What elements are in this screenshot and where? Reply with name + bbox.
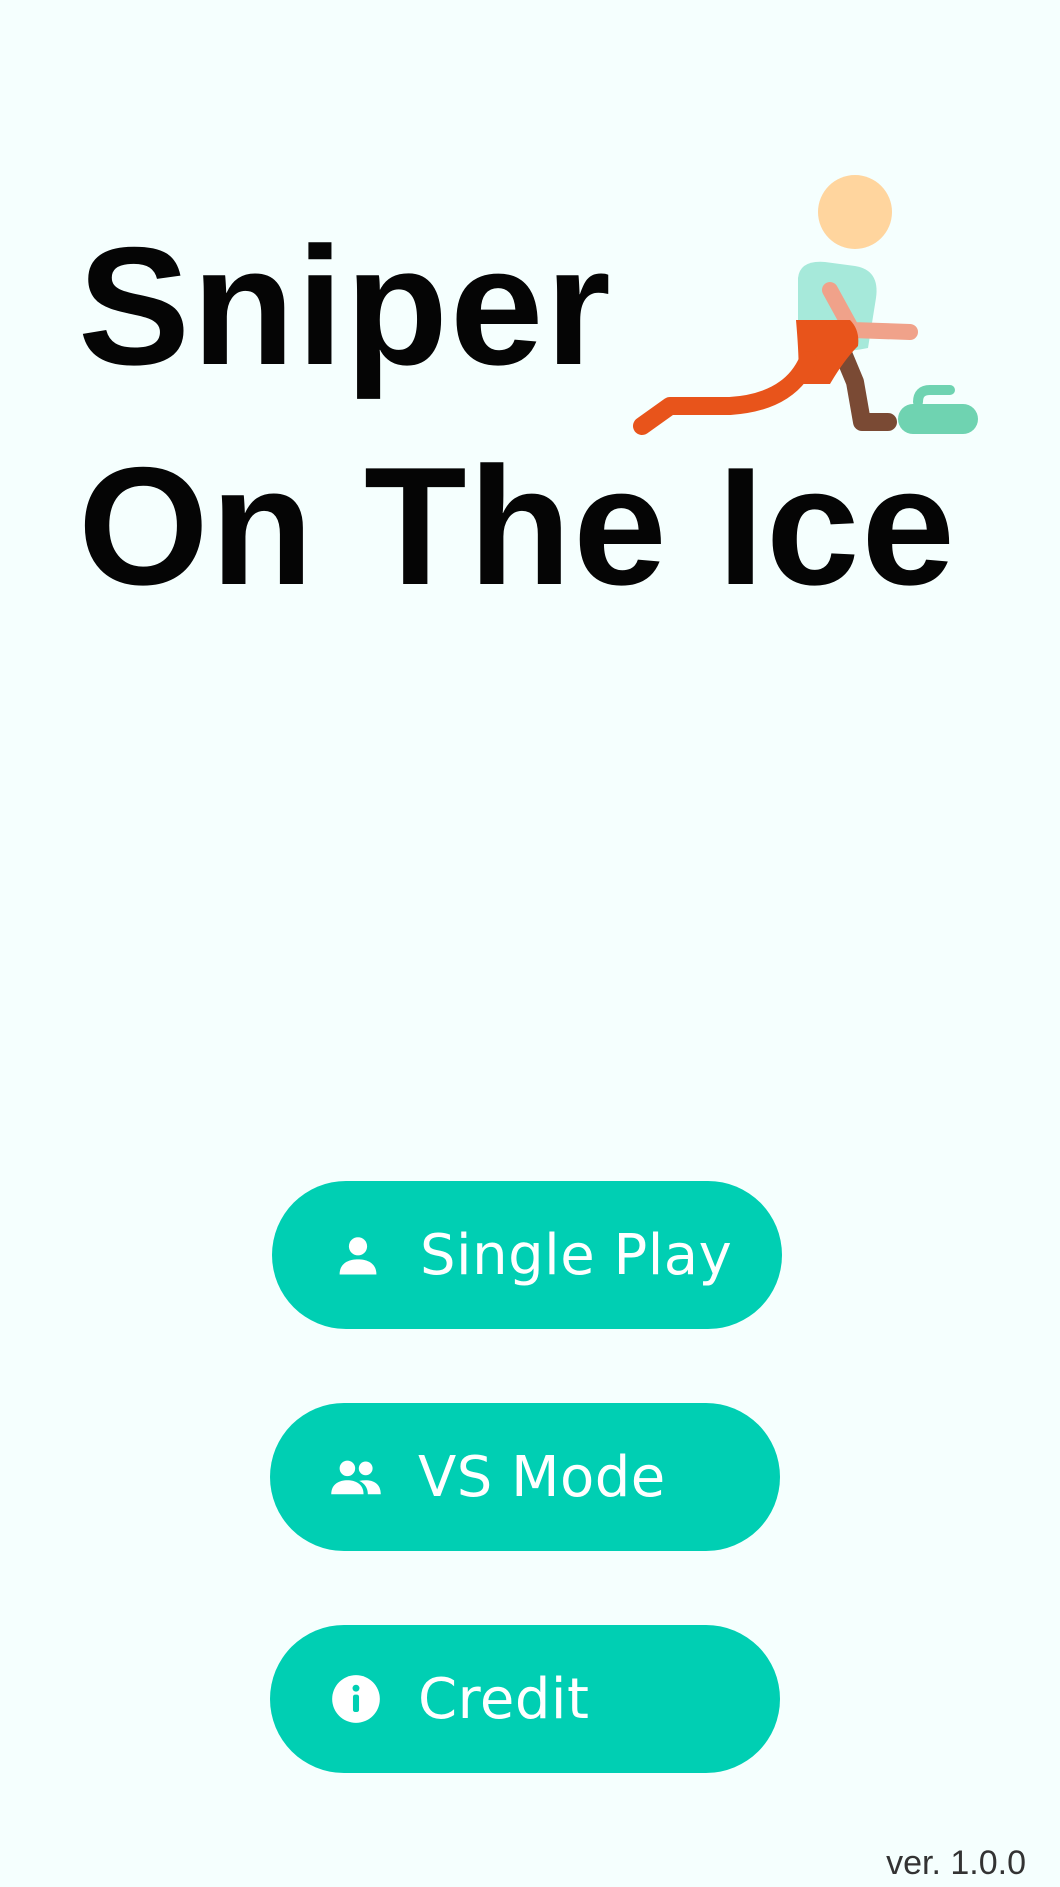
info-icon: [328, 1671, 384, 1727]
single-play-button[interactable]: Single Play: [272, 1181, 782, 1329]
game-title-line-2: On The Ice: [78, 432, 957, 620]
curling-player-icon: [633, 175, 978, 435]
credit-label: Credit: [418, 1666, 590, 1732]
curling-stone-icon: [898, 385, 978, 434]
people-icon: [328, 1449, 384, 1505]
single-play-label: Single Play: [420, 1222, 733, 1288]
person-icon: [330, 1227, 386, 1283]
vs-mode-label: VS Mode: [418, 1444, 666, 1510]
mascot-front-leg: [633, 351, 817, 435]
mascot-head: [818, 175, 892, 249]
credit-button[interactable]: Credit: [270, 1625, 780, 1773]
vs-mode-button[interactable]: VS Mode: [270, 1403, 780, 1551]
version-label: ver. 1.0.0: [886, 1844, 1026, 1882]
